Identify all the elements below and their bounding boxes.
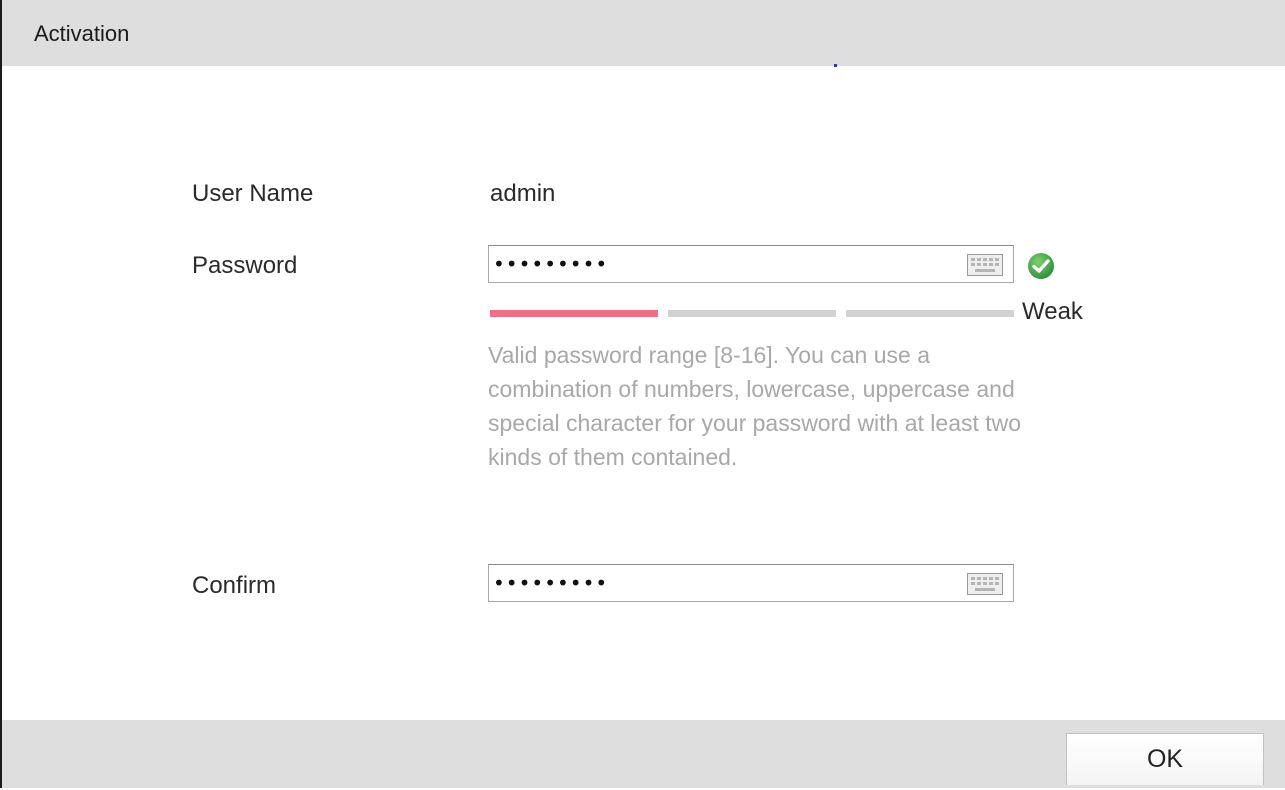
- username-value: admin: [490, 180, 556, 207]
- activation-dialog: Activation User Name admin Password ••••…: [0, 0, 1285, 788]
- confirm-input-value: •••••••••: [493, 571, 609, 595]
- dialog-title: Activation: [34, 21, 130, 46]
- password-input[interactable]: •••••••••: [488, 245, 1014, 283]
- password-input-value: •••••••••: [493, 252, 609, 276]
- confirm-input[interactable]: •••••••••: [488, 564, 1014, 602]
- check-circle-icon: [1028, 253, 1054, 279]
- confirm-label: Confirm: [192, 572, 277, 599]
- password-hint: Valid password range [8-16]. You can use…: [488, 342, 1022, 470]
- keyboard-icon[interactable]: [967, 573, 1003, 595]
- keyboard-icon[interactable]: [967, 254, 1003, 276]
- strength-label: Weak: [1022, 298, 1083, 325]
- ok-button[interactable]: OK: [1066, 733, 1264, 785]
- username-label: User Name: [192, 180, 314, 207]
- artifact-dot: [834, 64, 837, 67]
- dialog-titlebar: Activation: [2, 0, 1285, 66]
- strength-segment-3: [846, 310, 1014, 317]
- password-label: Password: [192, 252, 298, 279]
- strength-segment-1: [490, 310, 658, 317]
- strength-segment-2: [668, 310, 836, 317]
